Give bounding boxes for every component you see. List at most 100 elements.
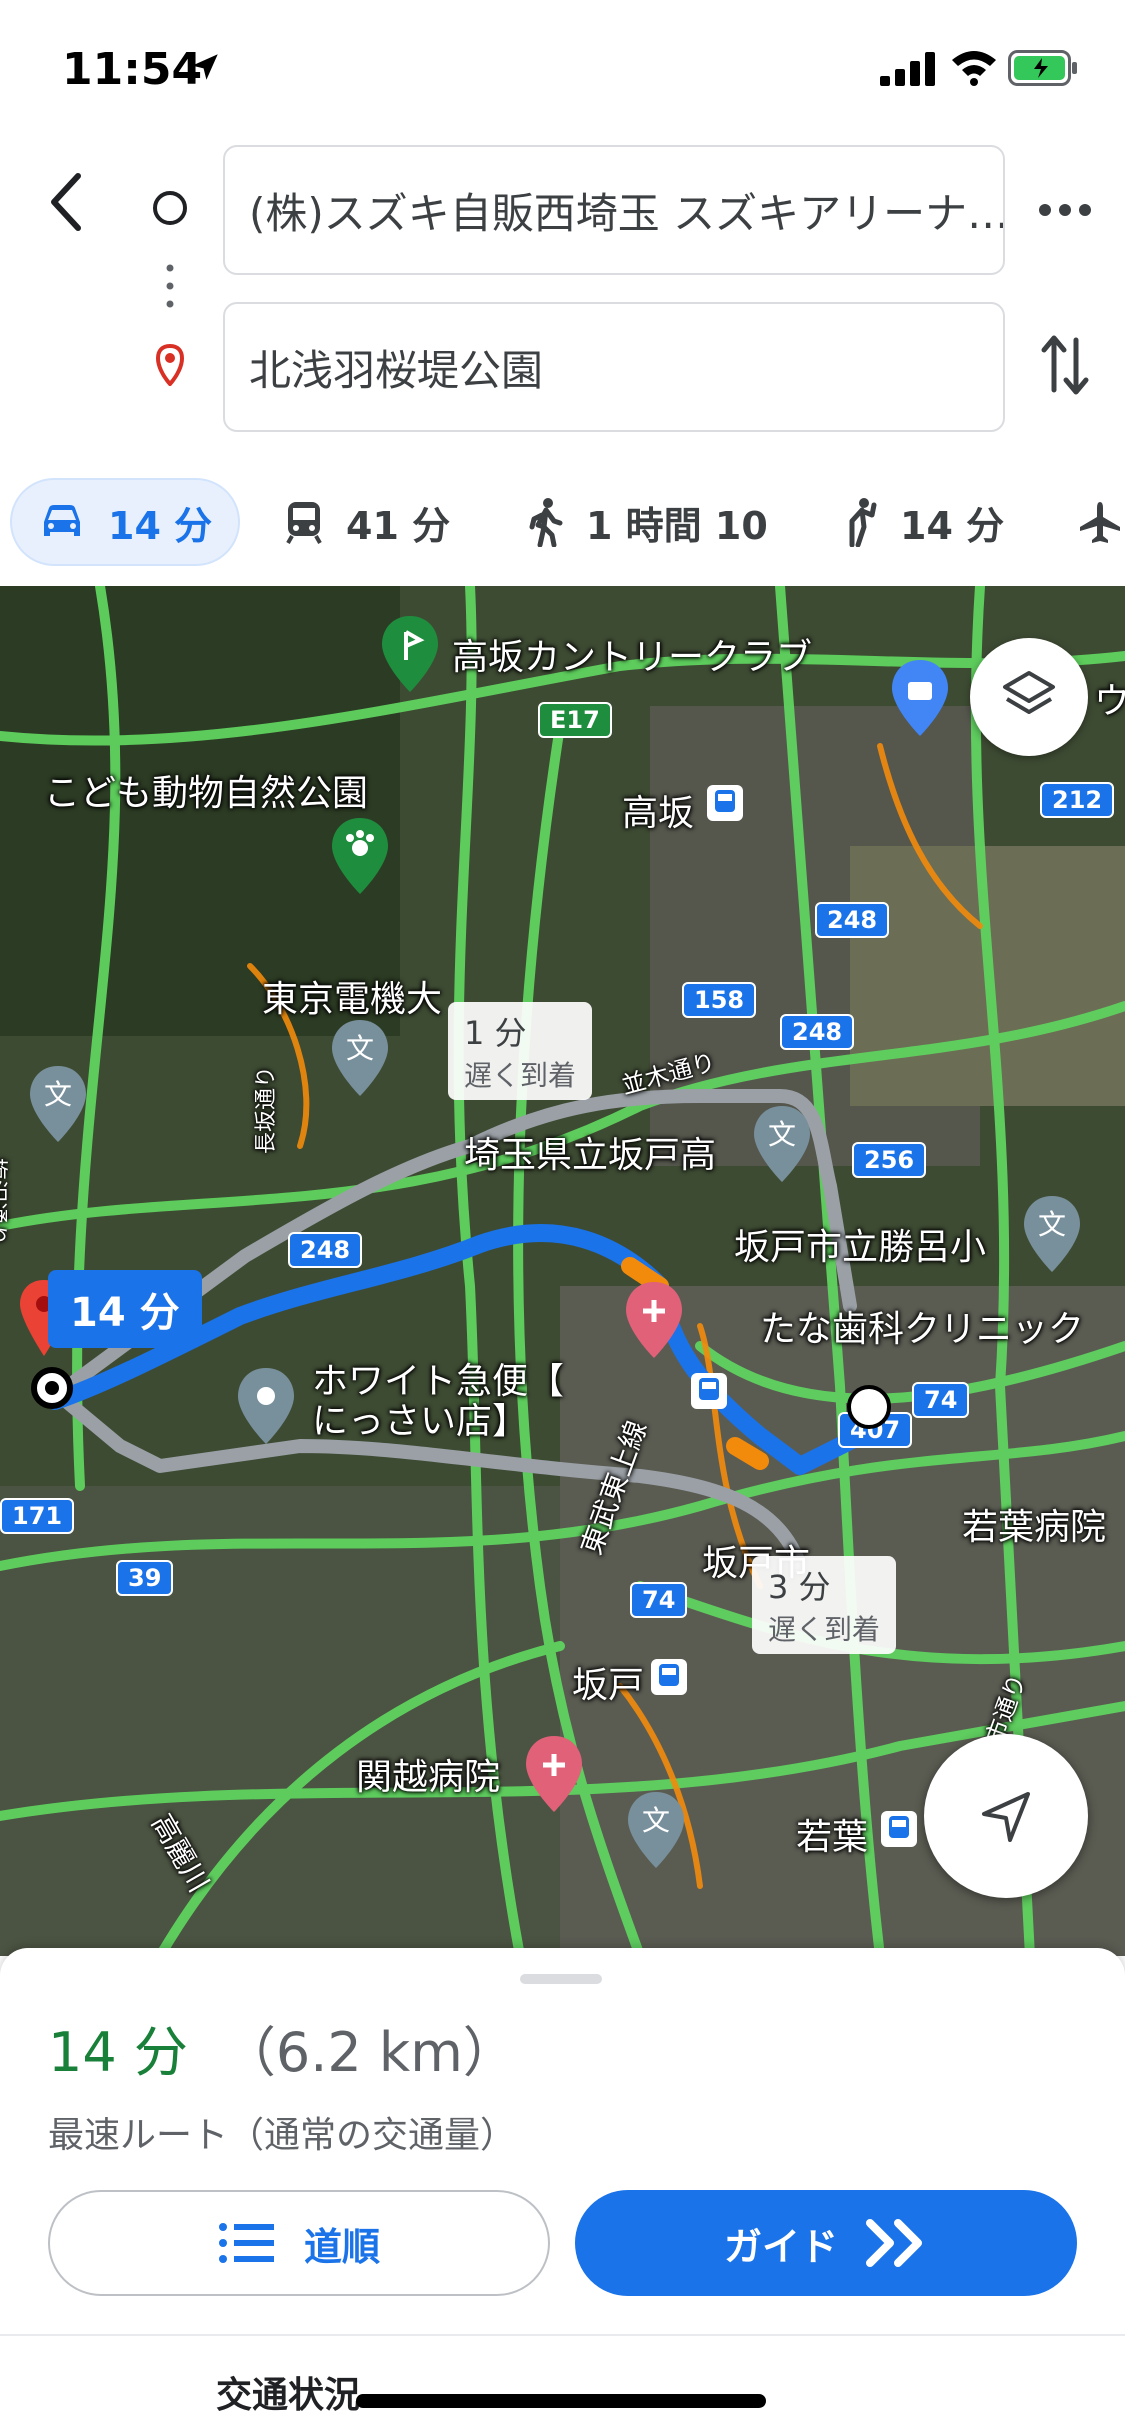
home-indicator[interactable] [356, 2394, 766, 2408]
double-chevron-icon [866, 2219, 922, 2267]
dental-clinic-pin-icon[interactable] [624, 1280, 684, 1360]
mode-rideshare[interactable]: 14 分 [838, 478, 1004, 566]
park-pin-icon[interactable] [330, 816, 390, 896]
my-location-button[interactable] [924, 1734, 1088, 1898]
map-label-umezawa-dori: 梅沢通り [0, 1158, 8, 1247]
school-pin-icon[interactable]: 文 [626, 1790, 686, 1870]
sheet-drag-handle[interactable] [520, 1974, 602, 1984]
mode-transit[interactable]: 41 分 [284, 478, 450, 566]
start-navigation-button[interactable]: ガイド [575, 2190, 1077, 2296]
directions-sheet[interactable]: 14 分 （6.2 km） 最速ルート（通常の交通量） 道順 ガイド 交通状況 [0, 1948, 1125, 2436]
route-shield: 158 [682, 982, 757, 1018]
route-connector [153, 191, 187, 386]
route-shield: 74 [630, 1582, 688, 1618]
route-shield: 256 [852, 1142, 927, 1178]
layers-button[interactable] [970, 638, 1088, 756]
route-shield: 171 [0, 1498, 75, 1534]
shopping-pin-icon[interactable] [890, 658, 950, 738]
guide-button-label: ガイド [723, 2224, 838, 2269]
map-label-tokyo-denki[interactable]: 東京電機大 [262, 970, 442, 1022]
mode-flight[interactable] [1078, 478, 1125, 566]
map-label-partial-u: ウ [1094, 681, 1125, 722]
steps-button[interactable]: 道順 [48, 2190, 550, 2296]
route-duration: 14 分 [48, 2021, 188, 2084]
mode-rideshare-label: 14 分 [900, 503, 1005, 548]
svg-text:文: 文 [44, 1078, 72, 1111]
alt-route-bubble[interactable]: 1 分 遅く到着 [448, 1002, 593, 1100]
map-label-kanetsu-hospital[interactable]: 関越病院 [356, 1748, 500, 1800]
map-label-takasaka-cc[interactable]: 高坂カントリークラブ [452, 628, 812, 680]
more-options-icon[interactable] [1035, 180, 1095, 240]
mode-driving[interactable]: 14 分 [10, 478, 241, 566]
place-pin-icon[interactable] [236, 1366, 296, 1446]
school-pin-icon[interactable]: 文 [28, 1064, 88, 1144]
origin-circle-icon [153, 191, 187, 225]
route-shield: 74 [912, 1382, 970, 1418]
map-label-wakaba[interactable]: 若葉 [796, 1808, 868, 1860]
map-label-tana-clinic[interactable]: たな歯科クリニック [760, 1300, 1084, 1352]
alt-route-note: 遅く到着 [768, 1613, 881, 1646]
map-label-saitama-sakado[interactable]: 埼玉県立坂戸高 [464, 1126, 716, 1178]
mode-driving-label: 14 分 [108, 503, 213, 548]
divider [0, 2334, 1125, 2336]
wifi-icon [952, 51, 996, 86]
route-shield: 212 [1040, 782, 1115, 818]
alt-route-time: 3 分 [768, 1568, 831, 1606]
walk-icon [529, 498, 563, 547]
golf-pin-icon[interactable] [380, 614, 440, 694]
svg-text:文: 文 [642, 1804, 670, 1837]
mode-transit-label: 41 分 [346, 503, 451, 548]
transit-icon [286, 502, 322, 544]
status-time: 11:54 [62, 44, 203, 95]
alt-route-time: 1 分 [464, 1014, 527, 1052]
station-icon[interactable] [650, 1658, 688, 1696]
origin-marker-icon[interactable] [844, 1382, 894, 1432]
layers-icon [1003, 671, 1055, 714]
route-shield: 248 [815, 902, 890, 938]
school-pin-icon[interactable]: 文 [330, 1018, 390, 1098]
location-arrow-icon [192, 54, 218, 80]
list-icon [218, 2223, 274, 2263]
route-summary: 14 分 （6.2 km） [48, 2008, 517, 2087]
navigation-arrow-icon [982, 1792, 1030, 1842]
hospital-pin-icon[interactable] [524, 1734, 584, 1814]
alt-route-bubble[interactable]: 3 分 遅く到着 [752, 1556, 897, 1654]
school-pin-icon[interactable]: 文 [752, 1104, 812, 1184]
route-shield: 248 [780, 1014, 855, 1050]
destination-field[interactable]: 北浅羽桜堤公園 [223, 302, 1005, 432]
back-button[interactable] [36, 162, 96, 242]
map-view[interactable]: 高坂カントリークラブ こども動物自然公園 高坂 東京電機大 埼玉県立坂戸高 坂戸… [0, 586, 1125, 1956]
map-label-sakado[interactable]: 坂戸 [572, 1656, 644, 1708]
back-arrow-icon [51, 173, 81, 231]
flight-icon [1080, 502, 1120, 543]
route-distance: （6.2 km） [221, 2021, 517, 2084]
mode-walking-label: 1 時間 10 [586, 503, 768, 548]
destination-pin-icon [156, 343, 184, 386]
traffic-section-title: 交通状況 [216, 2375, 361, 2416]
swap-icon[interactable] [1040, 330, 1090, 400]
svg-text:文: 文 [346, 1032, 374, 1065]
alt-route-note: 遅く到着 [464, 1059, 577, 1092]
car-icon [44, 505, 80, 536]
map-label-wakaba-hospital[interactable]: 若葉病院 [962, 1498, 1106, 1550]
svg-text:文: 文 [1038, 1208, 1066, 1241]
route-description: 最速ルート（通常の交通量） [48, 2115, 517, 2156]
map-label-nagasaka-dori: 長坂通り [254, 1065, 279, 1154]
steps-button-label: 道順 [303, 2224, 380, 2269]
route-shield: 248 [288, 1232, 363, 1268]
station-icon[interactable] [880, 1810, 918, 1848]
travel-mode-bar: 14 分 41 分 1 時間 10 14 分 [0, 478, 1125, 574]
mode-walking[interactable]: 1 時間 10 [528, 478, 768, 566]
map-label-takasaka[interactable]: 高坂 [622, 784, 694, 836]
station-icon[interactable] [690, 1372, 728, 1410]
map-label-white-kyubin[interactable]: ホワイト急便【 にっさい店】 [312, 1362, 564, 1442]
cellular-signal-icon [880, 52, 935, 86]
route-time-bubble[interactable]: 14 分 [48, 1270, 202, 1348]
map-label-kodomo-park[interactable]: こども動物自然公園 [44, 764, 368, 816]
route-shield: 39 [116, 1560, 174, 1596]
origin-field[interactable]: (株)スズキ自販西埼玉 スズキアリーナ… [223, 145, 1005, 275]
station-icon[interactable] [706, 784, 744, 822]
svg-text:文: 文 [768, 1118, 796, 1151]
map-label-sakado-katsuro[interactable]: 坂戸市立勝呂小 [734, 1218, 986, 1270]
school-pin-icon[interactable]: 文 [1022, 1194, 1082, 1274]
